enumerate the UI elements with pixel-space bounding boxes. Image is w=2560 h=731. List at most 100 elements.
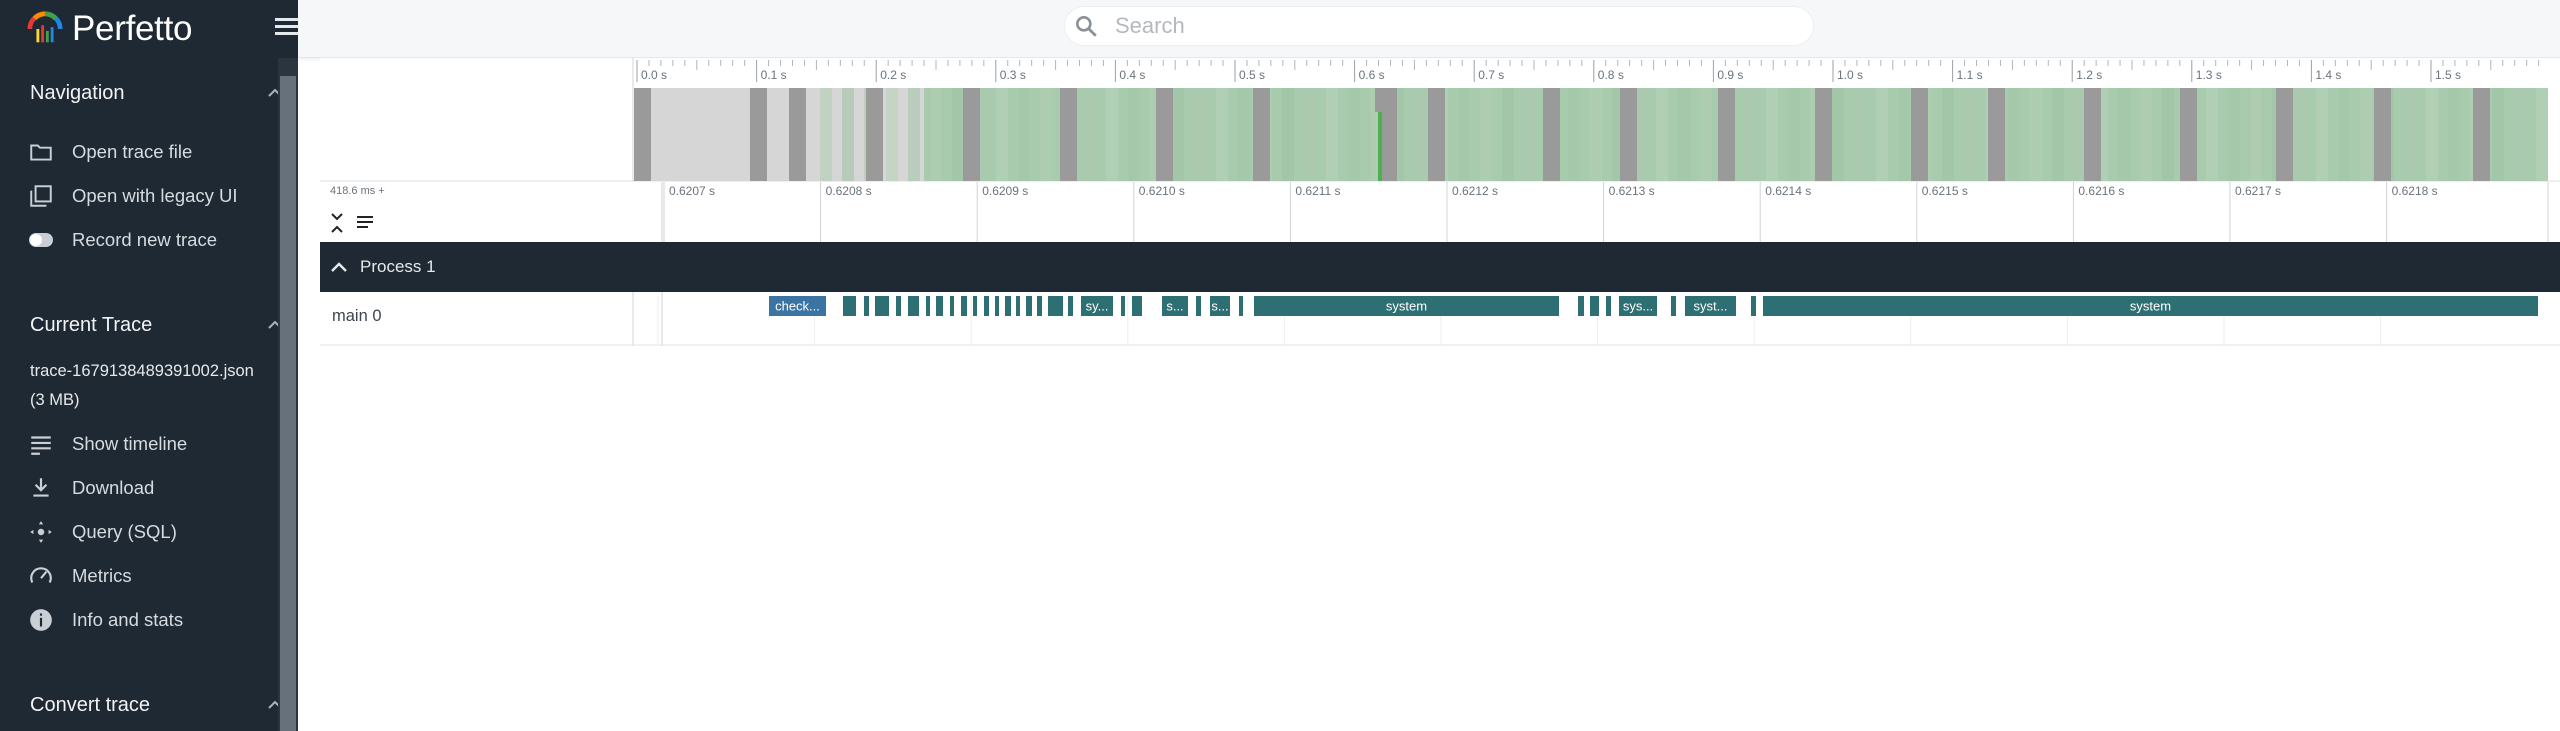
thread-slice-small[interactable] <box>1132 296 1142 316</box>
thread-slice-label: sy... <box>1086 299 1109 314</box>
thread-slice-small[interactable] <box>1671 296 1676 316</box>
overview-activity-column <box>1216 88 1228 181</box>
thread-slice-small[interactable] <box>961 296 967 316</box>
navigation-section-header[interactable]: Navigation <box>30 78 282 108</box>
info-and-stats-item[interactable]: Info and stats <box>28 605 278 635</box>
overview-tick-label: 1.3 s <box>2196 68 2222 82</box>
info-icon <box>30 609 52 631</box>
brand[interactable]: Perfetto <box>26 8 192 50</box>
thread-slice-small[interactable] <box>1239 296 1243 316</box>
overview-tick-label: 0.8 s <box>1598 68 1624 82</box>
query-sql-item[interactable]: Query (SQL) <box>28 517 278 547</box>
search-input[interactable] <box>1115 13 1755 39</box>
thread-slice-small[interactable] <box>1048 296 1063 316</box>
convert-trace-title: Convert trace <box>30 693 151 716</box>
overview-activity-column <box>1018 88 1030 181</box>
thread-slice-small[interactable] <box>1590 296 1599 316</box>
query-sql-label: Query (SQL) <box>72 521 177 542</box>
thread-slice-small[interactable] <box>936 296 943 316</box>
metrics-item[interactable]: Metrics <box>28 561 278 591</box>
overview-activity-column <box>1084 88 1096 181</box>
thread-slice-small[interactable] <box>1578 296 1584 316</box>
sidebar-scrollbar-thumb[interactable] <box>280 76 296 731</box>
detail-tick-label: 0.6209 s <box>982 184 1028 198</box>
download-item[interactable]: Download <box>28 473 278 503</box>
thread-slice-small[interactable] <box>1068 296 1073 316</box>
thread-slice-small[interactable] <box>926 296 930 316</box>
overview-activity-column <box>2206 88 2218 181</box>
overview-activity-column <box>1480 88 1492 181</box>
thread-slice-small[interactable] <box>973 296 977 316</box>
overview-activity-column <box>1326 88 1338 181</box>
overview-marker <box>1988 88 2005 181</box>
overview-activity-column <box>1348 88 1360 181</box>
navigation-title: Navigation <box>30 81 125 104</box>
thread-slice-small[interactable] <box>995 296 999 316</box>
search-icon <box>1076 16 1097 37</box>
record-new-trace-item[interactable]: Record new trace <box>28 225 278 255</box>
overview-activity-column <box>1766 88 1778 181</box>
timeline-canvas[interactable]: 0.0 s 0.1 s 0.2 s 0.3 s 0.4 s 0.5 s 0.6 s 0.7 s… <box>298 58 2560 731</box>
thread-slice-small[interactable] <box>1037 296 1042 316</box>
thread-slice-small[interactable] <box>1016 296 1020 316</box>
app-title: Perfetto <box>72 9 193 48</box>
overview-activity-column <box>1568 88 1580 181</box>
overview-activity-column <box>2536 88 2548 181</box>
convert-trace-section-header[interactable]: Convert trace <box>30 690 282 720</box>
open-trace-file-item[interactable]: Open trace file <box>28 137 278 167</box>
overview-cursor[interactable] <box>1378 112 1382 181</box>
thread-slice-small[interactable] <box>1751 296 1756 316</box>
thread-slice-small[interactable] <box>864 296 869 316</box>
thread-slice-small[interactable] <box>1606 296 1611 316</box>
chevron-up-icon[interactable] <box>330 261 348 273</box>
thread-slice-small[interactable] <box>1121 296 1125 316</box>
info-and-stats-label: Info and stats <box>72 609 184 630</box>
thread-slice-small[interactable] <box>1005 296 1011 316</box>
track-filter-icon[interactable] <box>354 214 376 232</box>
show-timeline-item[interactable]: Show timeline <box>28 429 278 459</box>
open-legacy-ui-item[interactable]: Open with legacy UI <box>28 181 278 211</box>
overview-activity-column <box>1304 88 1316 181</box>
overview-activity-column <box>1040 88 1052 181</box>
thread-slice-small[interactable] <box>896 296 901 316</box>
trace-name: trace-1679138489391002.json (3 MB) <box>30 362 254 409</box>
overview-activity-column <box>1678 88 1690 181</box>
overview-activity-column <box>2052 88 2064 181</box>
overview-marker <box>1815 88 1832 181</box>
record-new-trace-label: Record new trace <box>72 229 217 250</box>
timeline-panel: 0.0 s 0.1 s 0.2 s 0.3 s 0.4 s 0.5 s 0.6 s 0.7 s… <box>298 58 2560 731</box>
overview-tick-label: 0.7 s <box>1478 68 1504 82</box>
thread-slice-small[interactable] <box>984 296 989 316</box>
overview-activity-column <box>1238 88 1250 181</box>
overview-activity-column <box>2118 88 2130 181</box>
thread-slice-small[interactable] <box>950 296 954 316</box>
overview-activity-column <box>2360 88 2372 181</box>
process-group-header[interactable]: Process 1 <box>320 242 2560 292</box>
current-trace-section-header[interactable]: Current Trace <box>30 310 282 340</box>
overview-activity-column <box>1282 88 1294 181</box>
overview-cursor-handle[interactable] <box>1375 88 1385 112</box>
thread-slice-label: s... <box>1166 299 1183 314</box>
collapse-all-icon[interactable] <box>330 212 344 234</box>
overview-tick-label: 0.9 s <box>1717 68 1743 82</box>
omnibox[interactable] <box>1064 6 1814 46</box>
sidebar-scrollbar[interactable] <box>278 58 298 731</box>
thread-slice-small[interactable] <box>908 296 919 316</box>
detail-tick-label: 0.6216 s <box>2078 184 2124 198</box>
overview-marker <box>750 88 767 181</box>
thread-slice-small[interactable] <box>1196 296 1201 316</box>
thread-slice-small[interactable] <box>843 296 856 316</box>
overview-tick-label: 1.1 s <box>1957 68 1983 82</box>
menu-icon[interactable] <box>275 18 298 40</box>
overview-marker <box>2473 88 2490 181</box>
overview-tick-label: 1.0 s <box>1837 68 1863 82</box>
thread-slice-small[interactable] <box>875 296 889 316</box>
show-timeline-label: Show timeline <box>72 433 188 454</box>
overview-marker <box>1620 88 1637 181</box>
thread-slice-small[interactable] <box>1026 296 1032 316</box>
overview-marker <box>2374 88 2391 181</box>
detail-tick-label: 0.6210 s <box>1139 184 1185 198</box>
sidebar: Perfetto Navigation Open trace file Open… <box>0 0 298 731</box>
overview-activity-column <box>1656 88 1668 181</box>
thread-slice-label: s... <box>1211 299 1228 314</box>
